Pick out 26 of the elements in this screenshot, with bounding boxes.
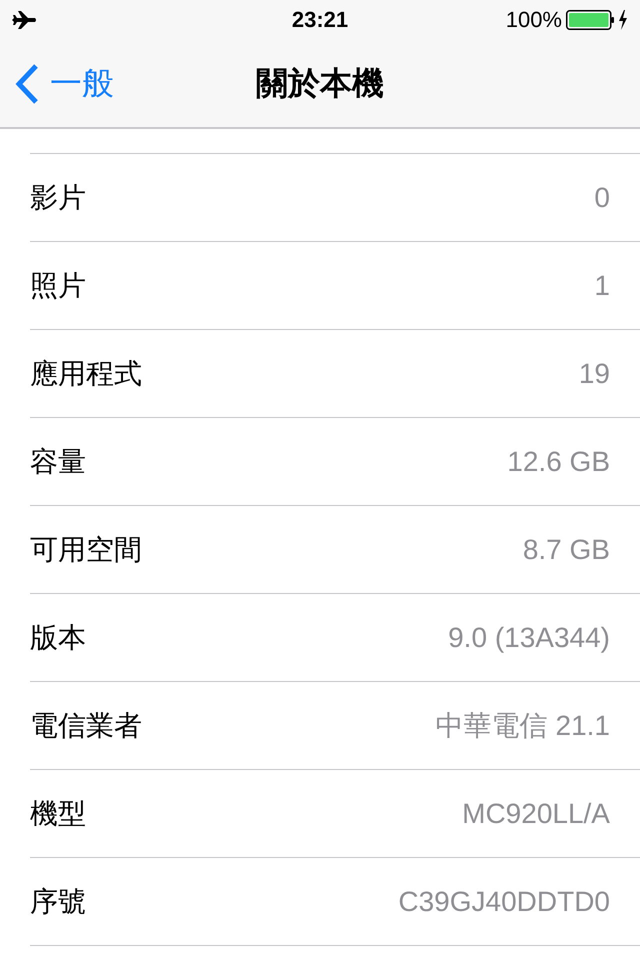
row-label: 照片	[30, 268, 86, 302]
row-label: 機型	[30, 796, 86, 830]
row-value: 0	[594, 182, 610, 214]
airplane-icon	[12, 10, 38, 30]
row-label: 序號	[30, 884, 86, 918]
status-time: 23:21	[290, 7, 350, 33]
battery-icon	[566, 10, 614, 30]
back-button[interactable]: 一般	[14, 62, 114, 106]
row-label: 版本	[30, 620, 86, 654]
row-label: 容量	[30, 444, 86, 478]
row-value: 中華電信 21.1	[436, 708, 610, 742]
row-label: 應用程式	[30, 356, 142, 390]
row-label: 影片	[30, 180, 86, 214]
row-value: 9.0 (13A344)	[448, 622, 610, 654]
row-label: 電信業者	[30, 708, 142, 742]
row-value: 8.7 GB	[522, 534, 610, 566]
row-value: 19	[578, 358, 610, 390]
battery-percent: 100%	[506, 7, 562, 33]
row-value: 12.6 GB	[507, 446, 610, 478]
charging-bolt-icon	[618, 10, 628, 30]
row-value: MC920LL/A	[462, 798, 610, 830]
nav-title: 關於本機	[255, 64, 385, 102]
row-value: 1	[594, 270, 610, 302]
row-value: C39GJ40DDTD0	[398, 886, 610, 918]
row-label: 可用空間	[30, 532, 142, 566]
chevron-icon	[14, 62, 40, 104]
